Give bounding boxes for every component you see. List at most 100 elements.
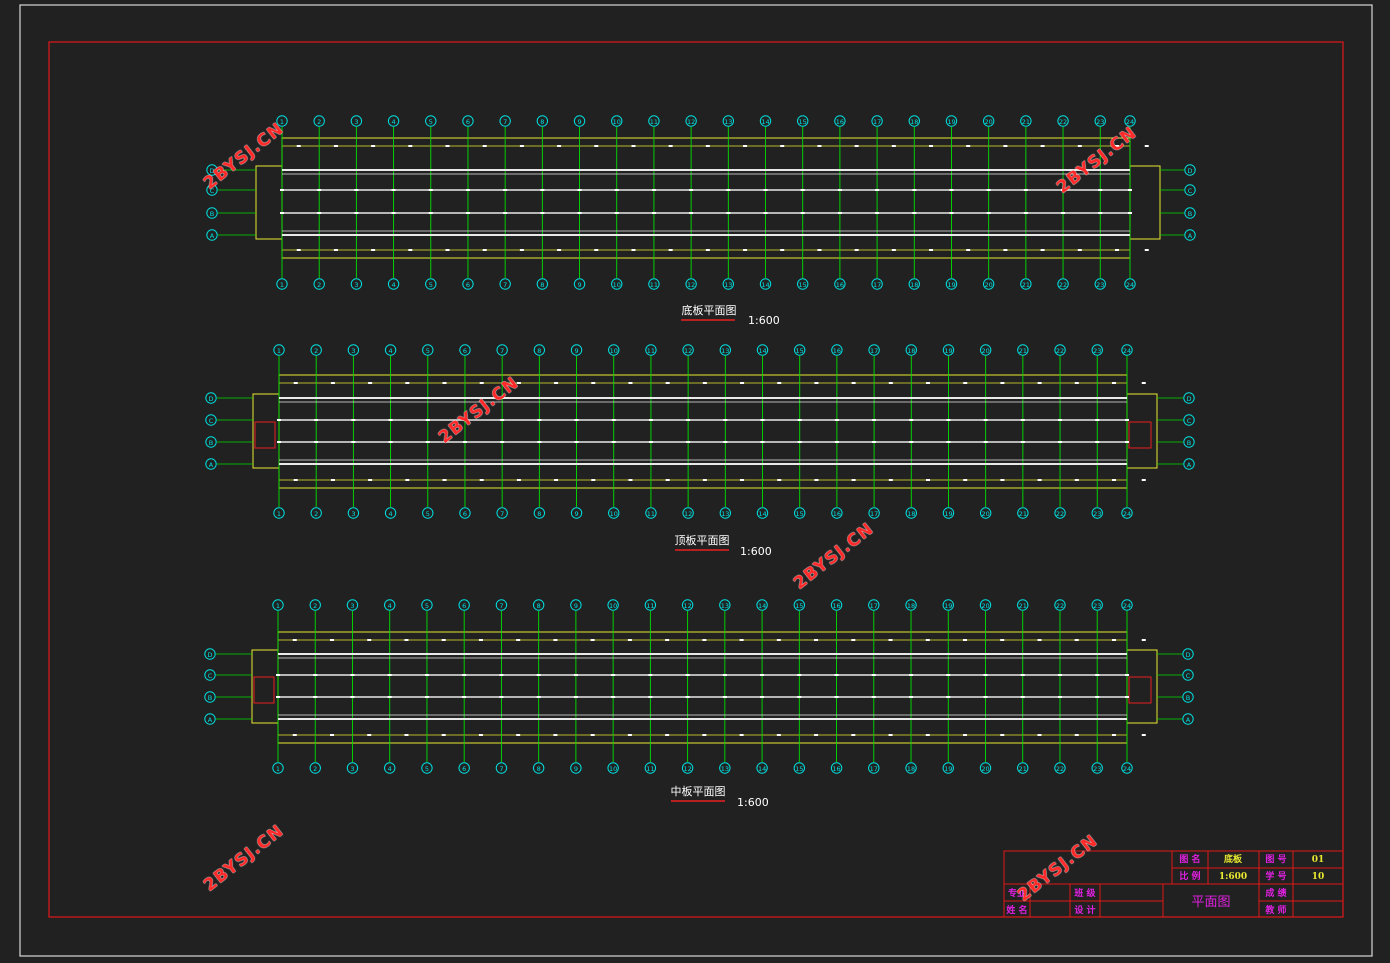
outline-tick — [966, 145, 971, 147]
axis-number: 11 — [646, 602, 654, 610]
axis-number: 13 — [724, 281, 732, 289]
row-node — [949, 212, 954, 214]
row-node — [837, 189, 842, 191]
row-node — [837, 212, 842, 214]
axis-number: 18 — [907, 765, 915, 773]
outline-tick — [705, 145, 710, 147]
axis-number: 6 — [466, 281, 470, 289]
outline-tick — [594, 145, 599, 147]
right-end-bay — [1126, 649, 1158, 724]
tb-class-label: 班 级 — [1074, 887, 1096, 899]
outline-tick — [814, 479, 819, 481]
row-node — [1095, 419, 1100, 421]
outline-tick — [594, 249, 599, 251]
row-node — [1058, 419, 1063, 421]
outline-tick — [1037, 479, 1042, 481]
row-node — [500, 419, 505, 421]
outline-tick — [478, 734, 483, 736]
axis-number: 2 — [313, 602, 317, 610]
axis-number: 5 — [429, 281, 433, 289]
axis-number: 8 — [537, 510, 541, 518]
row-node — [1057, 696, 1062, 698]
axis-number: 3 — [354, 118, 358, 126]
row-letter: B — [208, 694, 212, 702]
row-node — [1095, 696, 1100, 698]
axis-number: 22 — [1056, 765, 1064, 773]
tb-student-no-value: 10 — [1312, 872, 1325, 882]
outline-tick — [888, 382, 893, 384]
row-node — [722, 674, 727, 676]
outline-tick — [929, 249, 934, 251]
outline-tick — [851, 382, 856, 384]
axis-number: 10 — [609, 602, 617, 610]
row-node — [1125, 696, 1129, 698]
axis-number: 3 — [351, 347, 355, 355]
axis-number: 21 — [1022, 118, 1030, 126]
outline-tick — [516, 639, 521, 641]
axis-number: 19 — [944, 347, 952, 355]
row-letter: B — [1187, 439, 1191, 447]
outline-tick — [740, 382, 745, 384]
row-node — [276, 696, 280, 698]
outline-tick — [929, 145, 934, 147]
axis-number: 9 — [577, 281, 581, 289]
outline-tick — [891, 249, 896, 251]
row-node — [726, 189, 731, 191]
row-node — [1125, 674, 1129, 676]
outline-tick — [1141, 639, 1146, 641]
axis-number: 13 — [721, 347, 729, 355]
axis-number: 2 — [313, 765, 317, 773]
tb-drawing-name-value: 底板 — [1224, 853, 1243, 865]
outline-tick — [482, 145, 487, 147]
row-node — [388, 441, 393, 443]
row-letter: C — [1188, 187, 1193, 195]
row-node — [1125, 419, 1129, 421]
outline-tick — [963, 382, 968, 384]
axis-number: 21 — [1019, 602, 1027, 610]
plan-scale-bottom: 1:600 — [748, 314, 780, 327]
row-node — [1020, 419, 1025, 421]
plan-scale-middle: 1:600 — [737, 796, 769, 809]
axis-number: 3 — [351, 510, 355, 518]
row-node — [949, 189, 954, 191]
axis-number: 19 — [947, 118, 955, 126]
outline-tick — [478, 639, 483, 641]
row-node — [834, 674, 839, 676]
axis-number: 14 — [761, 281, 769, 289]
row-node — [611, 419, 616, 421]
axis-number: 17 — [873, 281, 881, 289]
axis-number: 11 — [650, 118, 658, 126]
outline-tick — [631, 145, 636, 147]
outline-tick — [776, 734, 781, 736]
axis-number: 24 — [1123, 602, 1131, 610]
axis-number: 21 — [1019, 765, 1027, 773]
row-node — [797, 441, 802, 443]
axis-number: 14 — [758, 765, 766, 773]
row-node — [946, 441, 951, 443]
outline-tick — [814, 639, 819, 641]
outline-tick — [743, 145, 748, 147]
axis-number: 1 — [277, 347, 281, 355]
outline-tick — [705, 249, 710, 251]
row-node — [797, 674, 802, 676]
outline-tick — [854, 249, 859, 251]
outline-tick — [888, 639, 893, 641]
row-node — [689, 189, 694, 191]
outline-tick — [702, 382, 707, 384]
row-node — [314, 419, 319, 421]
outline-tick — [367, 734, 372, 736]
axis-number: 8 — [540, 118, 544, 126]
axis-number: 24 — [1123, 347, 1131, 355]
row-node — [946, 696, 951, 698]
row-node — [834, 419, 839, 421]
row-node — [909, 696, 914, 698]
row-node — [354, 189, 359, 191]
row-node — [726, 212, 731, 214]
axis-number: 12 — [683, 765, 691, 773]
outline-tick — [743, 249, 748, 251]
row-node — [797, 696, 802, 698]
plan-title-middle: 中板平面图 — [671, 784, 726, 798]
axis-number: 4 — [392, 281, 396, 289]
outline-tick — [814, 734, 819, 736]
outline-tick — [966, 249, 971, 251]
